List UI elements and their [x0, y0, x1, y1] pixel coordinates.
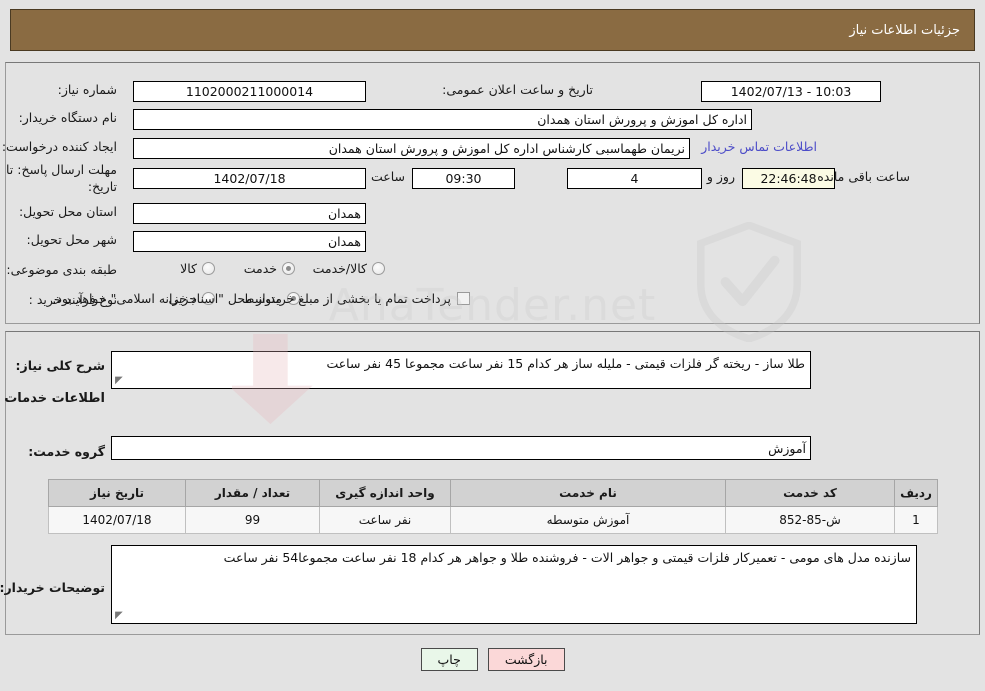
service-group-label-row: گروه خدمت:: [28, 444, 105, 459]
th-unit: واحد اندازه گیری: [319, 479, 451, 507]
back-button[interactable]: بازگشت: [487, 648, 565, 671]
delivery-province-label: استان محل تحویل:: [18, 204, 117, 219]
radio-kala-khedmat-icon[interactable]: [372, 262, 385, 275]
buyer-org-value: اداره کل اموزش و پرورش استان همدان: [133, 109, 752, 130]
deadline-time-label: ساعت: [370, 169, 405, 184]
treasury-checkbox-icon[interactable]: [457, 292, 470, 305]
th-code: کد خدمت: [725, 479, 895, 507]
announce-datetime-value: 10:03 - 1402/07/13: [701, 81, 881, 102]
delivery-city-label: شهر محل تحویل:: [26, 232, 117, 247]
remaining-days-value: 4: [567, 168, 702, 189]
radio-category-kala[interactable]: کالا: [180, 261, 215, 276]
countdown-label: ساعت باقی مانده: [817, 169, 910, 184]
radio-khedmat-icon[interactable]: [282, 262, 295, 275]
creator-label: ایجاد کننده درخواست:: [1, 139, 117, 154]
radio-kala-icon[interactable]: [202, 262, 215, 275]
general-desc-value: طلا ساز - ریخته گر فلزات قیمتی - ملیله س…: [326, 356, 805, 371]
delivery-province-value: همدان: [133, 203, 366, 224]
buyer-notes-value: سازنده مدل های مومی - تعمیرکار فلزات قیم…: [223, 550, 911, 565]
announce-label-row: تاریخ و ساعت اعلان عمومی:: [442, 82, 593, 97]
need-number-label: شماره نیاز:: [57, 82, 117, 97]
th-quantity: تعداد / مقدار: [185, 479, 320, 507]
deadline-label: مهلت ارسال پاسخ: تا تاریخ:: [6, 162, 117, 194]
announce-datetime-label: تاریخ و ساعت اعلان عمومی:: [442, 82, 593, 97]
remaining-days-label: روز و: [706, 169, 735, 184]
buyer-notes-textarea[interactable]: سازنده مدل های مومی - تعمیرکار فلزات قیم…: [111, 545, 917, 624]
td-date: 1402/07/18: [48, 506, 186, 534]
service-group-value[interactable]: آموزش: [111, 436, 811, 460]
deadline-time-value: 09:30: [412, 168, 515, 189]
page-root: جزئیات اطلاعات نیاز شماره نیاز: 11020002…: [0, 0, 985, 691]
resize-grip-icon[interactable]: ◥: [115, 610, 125, 621]
radio-category-kala-khedmat[interactable]: کالا/خدمت: [313, 261, 385, 276]
th-date: تاریخ نیاز: [48, 479, 186, 507]
city-label-row: شهر محل تحویل:: [27, 232, 117, 247]
footer-actions: بازگشت چاپ: [0, 648, 985, 671]
deadline-date-value: 1402/07/18: [133, 168, 366, 189]
services-heading: اطلاعات خدمات مورد نیاز: [0, 391, 105, 406]
radio-category-khedmat[interactable]: خدمت: [244, 261, 295, 276]
th-radif: ردیف: [894, 479, 938, 507]
radio-kala-khedmat-label: کالا/خدمت: [312, 261, 367, 276]
td-unit: نفر ساعت: [319, 506, 451, 534]
remaining-days-label-row: روز و: [707, 169, 735, 184]
print-button[interactable]: چاپ: [420, 648, 478, 671]
countdown-label-row: ساعت باقی مانده: [817, 169, 910, 184]
service-group-label: گروه خدمت:: [28, 444, 105, 459]
delivery-city-value: همدان: [133, 231, 366, 252]
services-table: ردیف کد خدمت نام خدمت واحد اندازه گیری ت…: [48, 479, 938, 534]
radio-kala-label: کالا: [180, 261, 197, 276]
resize-grip-icon[interactable]: ◥: [115, 375, 125, 386]
page-header: جزئیات اطلاعات نیاز: [10, 9, 975, 51]
radio-khedmat-label: خدمت: [243, 261, 277, 276]
treasury-checkbox-row[interactable]: پرداخت تمام یا بخشی از مبلغ خرید،از محل …: [52, 291, 470, 306]
buyer-org-label: نام دستگاه خریدار:: [18, 110, 117, 125]
creator-label-row: ایجاد کننده درخواست:: [2, 139, 117, 154]
general-desc-label-row: شرح کلی نیاز:: [16, 358, 105, 373]
table-header-row: ردیف کد خدمت نام خدمت واحد اندازه گیری ت…: [48, 479, 938, 507]
buyer-org-label-row: نام دستگاه خریدار:: [19, 110, 117, 125]
page-title: جزئیات اطلاعات نیاز: [849, 22, 960, 38]
general-desc-label: شرح کلی نیاز:: [15, 358, 105, 373]
category-label-row: طبقه بندی موضوعی:: [6, 262, 117, 277]
buyer-notes-label-row: توضیحات خریدار:: [0, 580, 105, 595]
buyer-contact-link[interactable]: اطلاعات تماس خریدار: [701, 139, 817, 154]
buyer-notes-label: توضیحات خریدار:: [0, 580, 105, 595]
th-name: نام خدمت: [450, 479, 726, 507]
creator-value: نریمان طهماسبی کارشناس اداره کل اموزش و …: [133, 138, 690, 159]
td-code: ش-85-852: [725, 506, 895, 534]
need-number-value: 1102000211000014: [133, 81, 366, 102]
table-row: 1 ش-85-852 آموزش متوسطه نفر ساعت 99 1402…: [48, 506, 938, 534]
td-quantity: 99: [185, 506, 320, 534]
td-name: آموزش متوسطه: [450, 506, 726, 534]
need-number-label-row: شماره نیاز:: [58, 82, 117, 97]
deadline-label-row: مهلت ارسال پاسخ: تا تاریخ:: [5, 162, 117, 196]
td-radif: 1: [894, 506, 938, 534]
general-desc-textarea[interactable]: طلا ساز - ریخته گر فلزات قیمتی - ملیله س…: [111, 351, 811, 389]
services-heading-row: اطلاعات خدمات مورد نیاز: [0, 391, 105, 406]
deadline-time-label-row: ساعت: [371, 169, 405, 184]
subject-category-label: طبقه بندی موضوعی:: [6, 262, 117, 277]
contact-link-row[interactable]: اطلاعات تماس خریدار: [701, 139, 817, 154]
province-label-row: استان محل تحویل:: [19, 204, 117, 219]
treasury-checkbox-label: پرداخت تمام یا بخشی از مبلغ خرید،از محل …: [52, 291, 451, 306]
